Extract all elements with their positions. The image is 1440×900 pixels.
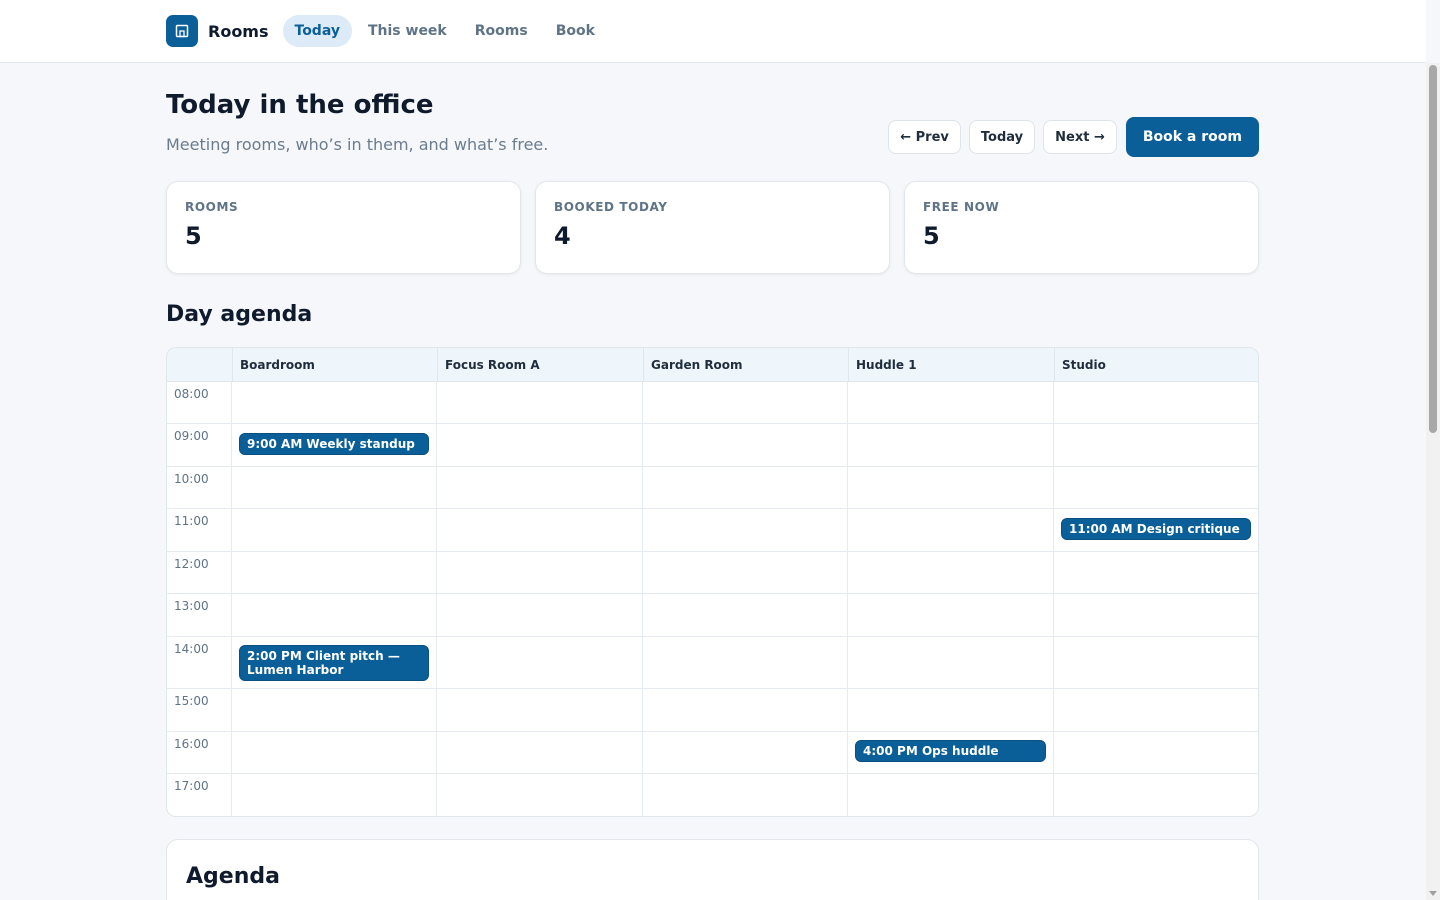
room-column-header: Huddle 1 <box>848 348 1054 382</box>
page-title: Today in the office <box>166 90 434 120</box>
stats-row: ROOMS 5 BOOKED TODAY 4 FREE NOW 5 <box>166 181 1259 274</box>
prev-button[interactable]: ← Prev <box>888 120 961 154</box>
stat-card-rooms: ROOMS 5 <box>166 181 521 274</box>
time-label: 17:00 <box>174 779 209 793</box>
time-row: 17:00 <box>167 774 1258 816</box>
room-column-header: Boardroom <box>232 348 437 382</box>
top-navigation-bar: Rooms Today This week Rooms Book <box>0 0 1426 63</box>
time-label: 08:00 <box>174 387 209 401</box>
header-actions: ← Prev Today Next → Book a room <box>880 117 1259 157</box>
time-row: 12:00 <box>167 552 1258 594</box>
scrollbar-thumb[interactable] <box>1429 65 1437 433</box>
nav-item-today[interactable]: Today <box>282 15 352 47</box>
room-column-header: Garden Room <box>643 348 848 382</box>
stat-label: BOOKED TODAY <box>554 200 668 214</box>
today-button[interactable]: Today <box>968 120 1036 154</box>
nav-item-rooms[interactable]: Rooms <box>463 15 540 47</box>
time-row: 08:00 <box>167 382 1258 424</box>
room-column-header: Focus Room A <box>437 348 643 382</box>
next-button[interactable]: Next → <box>1043 120 1117 154</box>
time-label: 12:00 <box>174 557 209 571</box>
time-label: 14:00 <box>174 642 209 656</box>
stat-card-booked-today: BOOKED TODAY 4 <box>535 181 890 274</box>
time-label: 10:00 <box>174 472 209 486</box>
time-label: 15:00 <box>174 694 209 708</box>
book-a-room-button[interactable]: Book a room <box>1125 117 1259 157</box>
day-agenda-title: Day agenda <box>166 302 313 327</box>
stat-value: 5 <box>185 222 202 250</box>
event-ops-huddle[interactable]: 4:00 PM Ops huddle <box>855 740 1046 762</box>
nav-item-book[interactable]: Book <box>544 15 607 47</box>
brand-name[interactable]: Rooms <box>208 22 269 41</box>
time-label: 13:00 <box>174 599 209 613</box>
agenda-card-title: Agenda <box>186 864 280 889</box>
room-column-header: Studio <box>1054 348 1258 382</box>
building-icon[interactable] <box>166 15 198 47</box>
stat-label: ROOMS <box>185 200 239 214</box>
time-row: 15:00 <box>167 689 1258 732</box>
event-client-pitch[interactable]: 2:00 PM Client pitch — Lumen Harbor <box>239 645 429 681</box>
event-design-critique[interactable]: 11:00 AM Design critique <box>1061 518 1251 540</box>
time-row: 16:00 <box>167 732 1258 774</box>
stat-value: 4 <box>554 222 571 250</box>
nav-container: Rooms Today This week Rooms Book <box>166 14 611 48</box>
day-agenda-grid: Boardroom Focus Room A Garden Room Huddl… <box>166 347 1259 817</box>
time-row: 10:00 <box>167 467 1258 509</box>
stat-label: FREE NOW <box>923 200 1000 214</box>
time-label: 16:00 <box>174 737 209 751</box>
agenda-card: Agenda <box>166 839 1259 900</box>
grid-header-row: Boardroom Focus Room A Garden Room Huddl… <box>167 348 1258 382</box>
time-label: 11:00 <box>174 514 209 528</box>
time-row: 13:00 <box>167 594 1258 637</box>
scroll-down-arrow-icon[interactable] <box>1429 891 1437 896</box>
stat-card-free-now: FREE NOW 5 <box>904 181 1259 274</box>
nav-item-this-week[interactable]: This week <box>356 15 459 47</box>
page-scrollbar[interactable] <box>1426 63 1440 900</box>
page-subtitle: Meeting rooms, who’s in them, and what’s… <box>166 135 549 154</box>
stat-value: 5 <box>923 222 940 250</box>
time-label: 09:00 <box>174 429 209 443</box>
event-weekly-standup[interactable]: 9:00 AM Weekly standup <box>239 433 429 455</box>
